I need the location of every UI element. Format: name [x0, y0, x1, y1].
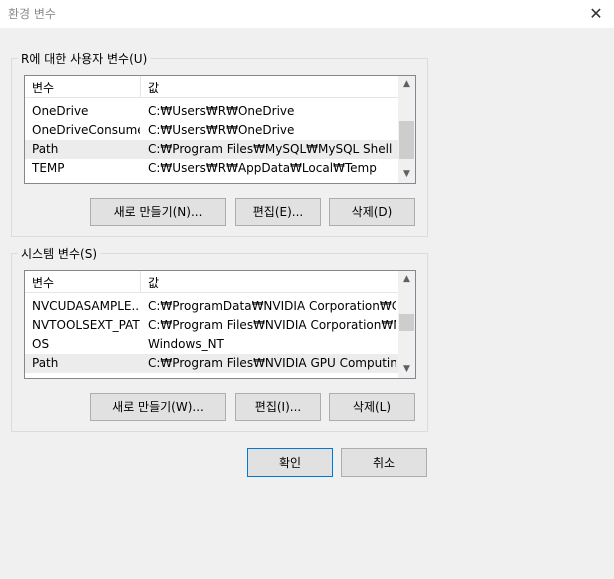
up-arrow-icon[interactable]: ▲ [398, 271, 415, 288]
variable-name: Path [32, 356, 59, 370]
column-divider[interactable] [140, 76, 141, 98]
ok-button[interactable]: 확인 [247, 448, 333, 477]
column-header-variable[interactable]: 변수 [32, 274, 54, 291]
column-header-value[interactable]: 값 [148, 79, 159, 96]
variable-value: Windows_NT [148, 337, 224, 351]
title-bar: 환경 변수 ✕ [0, 0, 614, 28]
variable-value: C:₩Users₩R₩OneDrive [148, 123, 295, 137]
new-user-variable-button[interactable]: 새로 만들기(N)... [90, 198, 226, 226]
delete-system-variable-button[interactable]: 삭제(L) [329, 393, 415, 421]
table-row-selected[interactable]: Path C:₩Program Files₩NVIDIA GPU Computi… [25, 354, 398, 373]
table-row[interactable]: TEMP C:₩Users₩R₩AppData₩Local₩Temp [25, 159, 398, 178]
edit-user-variable-button[interactable]: 편집(E)... [235, 198, 321, 226]
table-row[interactable]: NVTOOLSEXT_PATH C:₩Program Files₩NVIDIA … [25, 316, 398, 335]
system-variables-list[interactable]: 변수 값 NVCUDASAMPLE... C:₩ProgramData₩NVID… [24, 270, 416, 379]
up-arrow-icon[interactable]: ▲ [398, 76, 415, 93]
down-arrow-icon[interactable]: ▼ [398, 361, 415, 378]
list-header: 변수 값 [25, 271, 398, 293]
table-row[interactable]: NVCUDASAMPLE... C:₩ProgramData₩NVIDIA Co… [25, 297, 398, 316]
variable-value: C:₩Users₩R₩OneDrive [148, 104, 295, 118]
table-row-selected[interactable]: Path C:₩Program Files₩MySQL₩MySQL Shell … [25, 140, 398, 159]
column-divider[interactable] [140, 271, 141, 293]
variable-name: OneDrive [32, 104, 89, 118]
variable-name: TEMP [32, 161, 65, 175]
variable-value: C:₩Users₩R₩AppData₩Local₩Temp [148, 161, 377, 175]
close-icon[interactable]: ✕ [586, 4, 606, 24]
scrollbar-thumb[interactable] [399, 121, 414, 159]
column-header-value[interactable]: 값 [148, 274, 159, 291]
edit-system-variable-button[interactable]: 편집(I)... [235, 393, 321, 421]
variable-value: C:₩Program Files₩NVIDIA GPU Computing... [148, 356, 396, 370]
cancel-button[interactable]: 취소 [341, 448, 427, 477]
list-header: 변수 값 [25, 76, 398, 98]
scrollbar-thumb[interactable] [399, 314, 414, 331]
user-variables-label: R에 대한 사용자 변수(U) [21, 52, 148, 66]
variable-name: NVCUDASAMPLE... [32, 299, 140, 313]
variable-value: C:₩Program Files₩NVIDIA Corporation₩Nv..… [148, 318, 396, 332]
variable-name: Path [32, 142, 59, 156]
table-row[interactable]: OneDriveConsumer C:₩Users₩R₩OneDrive [25, 121, 398, 140]
user-variables-list[interactable]: 변수 값 OneDrive C:₩Users₩R₩OneDrive OneDri… [24, 75, 416, 184]
table-row[interactable]: OneDrive C:₩Users₩R₩OneDrive [25, 102, 398, 121]
vertical-scrollbar[interactable]: ▲ ▼ [398, 271, 415, 378]
window-title: 환경 변수 [8, 7, 56, 21]
new-system-variable-button[interactable]: 새로 만들기(W)... [90, 393, 226, 421]
variable-value: C:₩ProgramData₩NVIDIA Corporation₩CU... [148, 299, 396, 313]
variable-name: NVTOOLSEXT_PATH [32, 318, 140, 332]
variable-name: OS [32, 337, 50, 351]
column-header-variable[interactable]: 변수 [32, 79, 54, 96]
down-arrow-icon[interactable]: ▼ [398, 166, 415, 183]
table-row[interactable]: OS Windows_NT [25, 335, 398, 354]
system-variables-label: 시스템 변수(S) [21, 247, 97, 261]
delete-user-variable-button[interactable]: 삭제(D) [329, 198, 415, 226]
vertical-scrollbar[interactable]: ▲ ▼ [398, 76, 415, 183]
variable-value: C:₩Program Files₩MySQL₩MySQL Shell 8.... [148, 142, 396, 156]
variable-name: OneDriveConsumer [32, 123, 140, 137]
